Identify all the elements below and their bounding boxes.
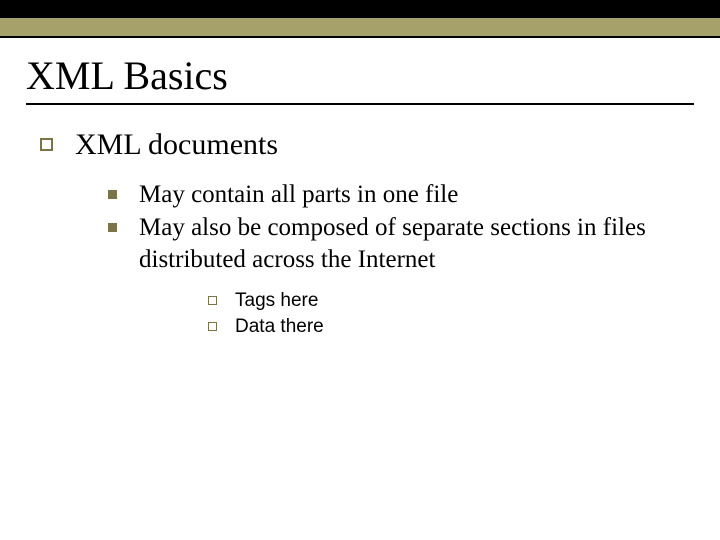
list-item-level3: Data there xyxy=(208,315,694,340)
square-outline-icon xyxy=(208,296,217,305)
title-underline xyxy=(26,103,694,105)
accent-band xyxy=(0,18,720,38)
list-item-level3: Tags here xyxy=(208,289,694,314)
list-item-level2: May also be composed of separate section… xyxy=(108,212,694,275)
level2-text: May also be composed of separate section… xyxy=(139,212,694,275)
level3-text: Data there xyxy=(235,315,324,340)
level2-list: May contain all parts in one file May al… xyxy=(80,179,694,340)
list-item-level2: May contain all parts in one file xyxy=(108,179,694,210)
level1-text: XML documents xyxy=(75,127,278,163)
square-solid-icon xyxy=(108,190,117,199)
level3-text: Tags here xyxy=(235,289,318,314)
top-black-band xyxy=(0,0,720,18)
list-item-level1: XML documents xyxy=(40,127,694,163)
square-solid-icon xyxy=(108,223,117,232)
level2-text: May contain all parts in one file xyxy=(139,179,458,210)
level3-list: Tags here Data there xyxy=(144,289,694,340)
slide-title: XML Basics xyxy=(26,52,694,99)
square-outline-icon xyxy=(40,138,53,151)
slide-content: XML Basics XML documents May contain all… xyxy=(0,38,720,340)
square-outline-icon xyxy=(208,322,217,331)
